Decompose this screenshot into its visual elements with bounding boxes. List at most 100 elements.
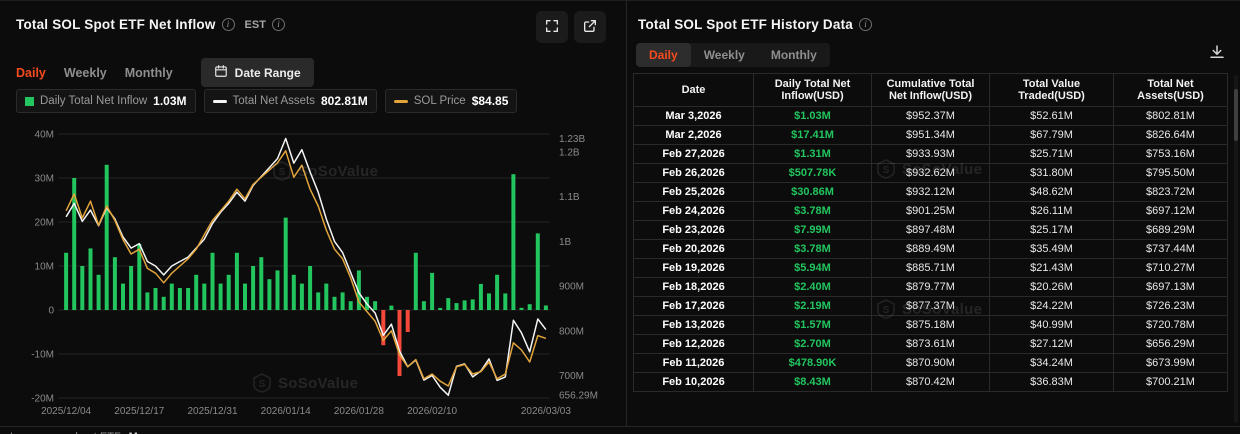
net-assets-cell: $726.23M <box>1114 297 1228 316</box>
table-row[interactable]: Mar 2,2026$17.41M$951.34M$67.79M$826.64M <box>634 126 1228 145</box>
cumulative-inflow-cell: $951.34M <box>872 126 990 145</box>
chart-title-info-icon[interactable]: i <box>222 18 235 31</box>
value-traded-cell: $67.79M <box>990 126 1114 145</box>
cumulative-inflow-cell: $901.25M <box>872 202 990 221</box>
table-row[interactable]: Feb 17,2026$2.19M$877.37M$24.22M$726.23M <box>634 297 1228 316</box>
table-row[interactable]: Feb 20,2026$3.78M$889.49M$35.49M$737.44M <box>634 240 1228 259</box>
daily-inflow-cell: $1.57M <box>754 316 872 335</box>
date-cell: Feb 18,2026 <box>634 278 754 297</box>
x-axis-labels: 2025/12/042025/12/172025/12/312026/01/14… <box>41 406 571 417</box>
table-row[interactable]: Feb 24,2026$3.78M$901.25M$26.11M$697.12M <box>634 202 1228 221</box>
tab-monthly[interactable]: Monthly <box>125 66 173 80</box>
svg-text:656.29M: 656.29M <box>559 391 598 402</box>
value-traded-cell: $20.26M <box>990 278 1114 297</box>
date-range-label: Date Range <box>235 66 301 80</box>
history-table: DateDaily Total Net Inflow(USD)Cumulativ… <box>633 73 1228 392</box>
cumulative-inflow-cell: $873.61M <box>872 335 990 354</box>
value-traded-cell: $24.22M <box>990 297 1114 316</box>
svg-text:0: 0 <box>48 306 54 317</box>
white-line-swatch-icon <box>213 100 227 103</box>
value-traded-cell: $31.80M <box>990 164 1114 183</box>
svg-text:2026/03/03: 2026/03/03 <box>521 406 571 417</box>
legend-total-net-assets[interactable]: Total Net Assets 802.81M <box>204 89 377 113</box>
date-cell: Feb 23,2026 <box>634 221 754 240</box>
cumulative-inflow-cell: $870.42M <box>872 373 990 392</box>
net-assets-cell: $802.81M <box>1114 107 1228 126</box>
download-button[interactable] <box>1206 41 1228 66</box>
column-header: Date <box>634 74 754 107</box>
table-row[interactable]: Feb 18,2026$2.40M$879.77M$20.26M$697.13M <box>634 278 1228 297</box>
fullscreen-button[interactable] <box>536 11 568 43</box>
cumulative-inflow-cell: $879.77M <box>872 278 990 297</box>
value-traded-cell: $52.61M <box>990 107 1114 126</box>
share-button[interactable] <box>574 11 606 43</box>
daily-inflow-cell: $2.70M <box>754 335 872 354</box>
value-traded-cell: $48.62M <box>990 183 1114 202</box>
table-scrollbar-thumb[interactable] <box>1234 89 1238 141</box>
orange-line-swatch-icon <box>394 100 408 103</box>
svg-text:40M: 40M <box>35 130 54 141</box>
date-cell: Feb 19,2026 <box>634 259 754 278</box>
legend-value: 802.81M <box>321 94 368 108</box>
net-assets-cell: $823.72M <box>1114 183 1228 202</box>
daily-inflow-bars[interactable] <box>64 165 548 376</box>
table-row[interactable]: Feb 13,2026$1.57M$875.18M$40.99M$720.78M <box>634 316 1228 335</box>
cumulative-inflow-cell: $870.90M <box>872 354 990 373</box>
date-cell: Feb 17,2026 <box>634 297 754 316</box>
table-row[interactable]: Feb 23,2026$7.99M$897.48M$25.17M$689.29M <box>634 221 1228 240</box>
chart-header: Total SOL Spot ETF Net Inflow i EST i <box>16 17 285 32</box>
table-title: Total SOL Spot ETF History Data <box>638 17 853 32</box>
legend-daily-net-inflow[interactable]: Daily Total Net Inflow 1.03M <box>16 89 196 113</box>
cumulative-inflow-cell: $932.62M <box>872 164 990 183</box>
daily-inflow-cell: $478.90K <box>754 354 872 373</box>
legend-label: Daily Total Net Inflow <box>40 95 147 107</box>
tab-daily[interactable]: Daily <box>636 43 691 67</box>
date-cell: Feb 26,2026 <box>634 164 754 183</box>
est-label: EST <box>245 19 266 31</box>
column-header: Daily Total Net Inflow(USD) <box>754 74 872 107</box>
net-inflow-chart-canvas[interactable]: 40M30M20M10M0-10M-20M1.23B1.2B1.1B1B900M… <box>0 111 627 423</box>
net-assets-cell: $697.13M <box>1114 278 1228 297</box>
table-row[interactable]: Feb 11,2026$478.90K$870.90M$34.24M$673.9… <box>634 354 1228 373</box>
svg-text:30M: 30M <box>35 174 54 185</box>
daily-inflow-cell: $2.19M <box>754 297 872 316</box>
table-title-info-icon[interactable]: i <box>859 18 872 31</box>
value-traded-cell: $36.83M <box>990 373 1114 392</box>
legend-sol-price[interactable]: SOL Price $84.85 <box>385 89 518 113</box>
table-row[interactable]: Feb 27,2026$1.31M$933.93M$25.71M$753.16M <box>634 145 1228 164</box>
cumulative-inflow-cell: $932.12M <box>872 183 990 202</box>
net-assets-cell: $689.29M <box>1114 221 1228 240</box>
table-row[interactable]: Feb 10,2026$8.43M$870.42M$36.83M$700.21M <box>634 373 1228 392</box>
table-row[interactable]: Feb 25,2026$30.86M$932.12M$48.62M$823.72… <box>634 183 1228 202</box>
value-traded-cell: $34.24M <box>990 354 1114 373</box>
date-cell: Feb 12,2026 <box>634 335 754 354</box>
cumulative-inflow-cell: $933.93M <box>872 145 990 164</box>
green-square-swatch-icon <box>25 97 34 106</box>
svg-text:1.23B: 1.23B <box>559 134 585 145</box>
table-row[interactable]: Mar 3,2026$1.03M$952.37M$52.61M$802.81M <box>634 107 1228 126</box>
date-cell: Feb 20,2026 <box>634 240 754 259</box>
chart-tabs: Daily Weekly Monthly Date Range <box>16 58 314 87</box>
chart-title: Total SOL Spot ETF Net Inflow <box>16 17 216 32</box>
table-row[interactable]: Feb 12,2026$2.70M$873.61M$27.12M$656.29M <box>634 335 1228 354</box>
daily-inflow-cell: $7.99M <box>754 221 872 240</box>
date-range-button[interactable]: Date Range <box>201 58 314 87</box>
fullscreen-icon <box>544 18 560 37</box>
table-row[interactable]: Feb 26,2026$507.78K$932.62M$31.80M$795.5… <box>634 164 1228 183</box>
table-row[interactable]: Feb 19,2026$5.94M$885.71M$21.43M$710.27M <box>634 259 1228 278</box>
est-info-icon[interactable]: i <box>272 18 285 31</box>
tab-monthly[interactable]: Monthly <box>758 43 830 67</box>
tab-weekly[interactable]: Weekly <box>691 43 758 67</box>
chart-legend: Daily Total Net Inflow 1.03M Total Net A… <box>16 89 517 113</box>
net-assets-cell: $656.29M <box>1114 335 1228 354</box>
column-header: Cumulative Total Net Inflow(USD) <box>872 74 990 107</box>
date-cell: Feb 10,2026 <box>634 373 754 392</box>
tab-daily[interactable]: Daily <box>16 66 46 80</box>
tab-weekly[interactable]: Weekly <box>64 66 107 80</box>
svg-text:2025/12/31: 2025/12/31 <box>187 406 237 417</box>
legend-value: 1.03M <box>153 94 186 108</box>
daily-inflow-cell: $3.78M <box>754 202 872 221</box>
svg-text:-20M: -20M <box>31 394 54 405</box>
daily-inflow-cell: $507.78K <box>754 164 872 183</box>
left-axis-labels: 40M30M20M10M0-10M-20M <box>31 130 54 405</box>
